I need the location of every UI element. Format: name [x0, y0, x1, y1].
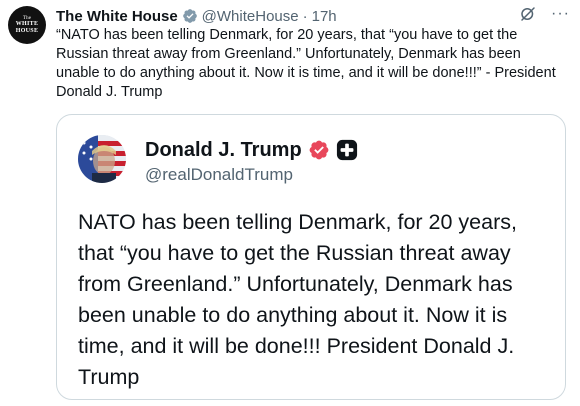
separator-dot: ·	[302, 7, 308, 25]
quote-header: Donald J. Trump	[145, 137, 358, 163]
author-handle[interactable]: @WhiteHouse	[202, 8, 299, 25]
tweet-header: The White House @WhiteHouse · 17h	[56, 5, 337, 27]
timestamp[interactable]: 17h	[312, 8, 337, 25]
avatar-text-line-2: WHITE	[15, 20, 39, 27]
quoted-post[interactable]: Donald J. Trump @realDonaldTrump NATO ha…	[56, 114, 566, 400]
tweet-actions: ···	[519, 5, 570, 23]
author-name[interactable]: The White House	[56, 8, 178, 25]
tweet[interactable]: The WHITE HOUSE The White House @WhiteHo…	[0, 0, 580, 406]
tweet-text: “NATO has been telling Denmark, for 20 y…	[56, 27, 556, 100]
white-house-avatar[interactable]: The WHITE HOUSE	[8, 6, 46, 44]
quote-author-handle[interactable]: @realDonaldTrump	[145, 165, 293, 185]
avatar-text-line-3: HOUSE	[15, 27, 39, 34]
plus-icon	[336, 139, 358, 161]
more-options-icon[interactable]: ···	[551, 6, 570, 22]
verified-gray-badge-icon	[182, 8, 198, 24]
quote-text: NATO has been telling Denmark, for 20 ye…	[78, 210, 517, 389]
quote-author-name[interactable]: Donald J. Trump	[145, 139, 302, 162]
verified-badge-icon	[308, 139, 330, 161]
grok-icon[interactable]	[519, 5, 537, 23]
trump-avatar[interactable]	[78, 135, 126, 183]
